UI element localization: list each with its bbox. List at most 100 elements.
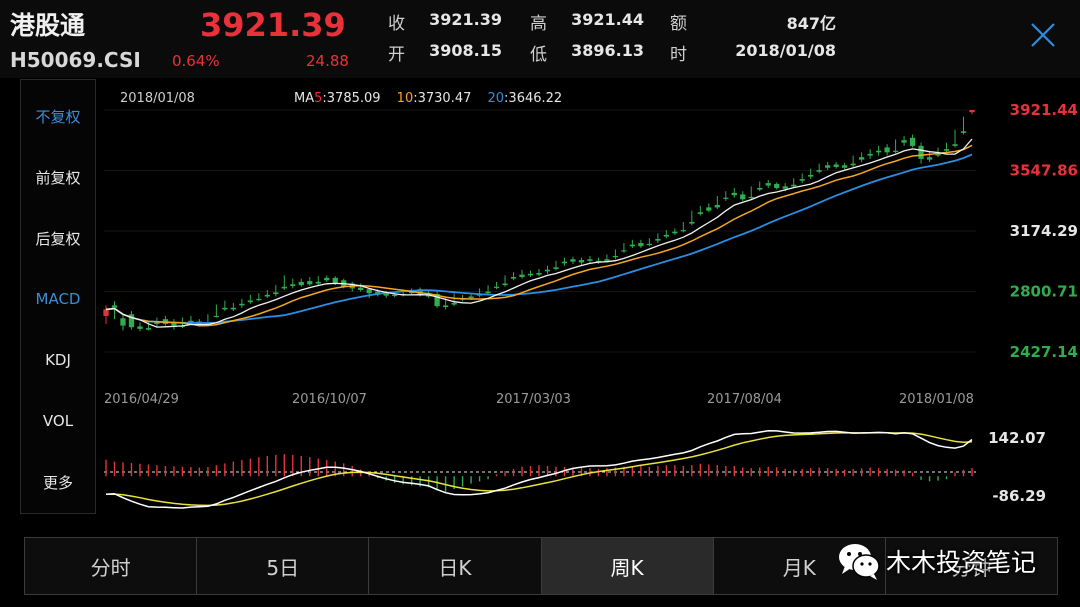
candle-body bbox=[485, 291, 491, 294]
current-price: 3921.39 bbox=[200, 6, 346, 44]
candle-body bbox=[714, 204, 720, 208]
candle-body bbox=[782, 186, 788, 189]
ma5-value: :3785.09 bbox=[322, 91, 380, 106]
candle-body bbox=[926, 157, 933, 160]
time-label: 时 bbox=[670, 45, 687, 65]
price-axis-label: 3921.44 bbox=[1010, 101, 1078, 119]
ma5-num: 5 bbox=[314, 91, 322, 106]
candle-body bbox=[850, 163, 856, 166]
candle-body bbox=[731, 192, 737, 196]
candle-body bbox=[604, 259, 610, 261]
candle-body bbox=[493, 286, 500, 288]
ma20-line bbox=[105, 153, 973, 324]
candle-body bbox=[892, 150, 899, 152]
candle-body bbox=[680, 230, 686, 232]
macd-axis-label: 142.07 bbox=[988, 429, 1046, 447]
candle-body bbox=[952, 144, 958, 146]
candle-body bbox=[570, 259, 576, 262]
candle-body bbox=[324, 277, 330, 281]
sidebar-item-kdj[interactable]: KDJ bbox=[21, 351, 95, 369]
candle-body bbox=[239, 303, 245, 306]
candle-body bbox=[909, 137, 916, 146]
sidebar-item-backward-adjust[interactable]: 后复权 bbox=[21, 228, 95, 249]
ma10-line bbox=[105, 144, 973, 327]
macd-histogram bbox=[105, 454, 973, 492]
candle-body bbox=[213, 315, 220, 318]
candle-body bbox=[120, 318, 126, 326]
candle-body bbox=[706, 207, 712, 211]
legend-ma: MA5:3785.09 10:3730.47 20:3646.22 bbox=[294, 91, 562, 106]
tab-5day[interactable]: 5日 bbox=[197, 538, 370, 594]
date-axis-label: 2016/04/29 bbox=[104, 392, 179, 407]
open-value: 3908.15 bbox=[429, 41, 502, 60]
date-axis-label: 2018/01/08 bbox=[899, 392, 974, 407]
stock-code: H50069.CSI bbox=[10, 48, 141, 72]
candle-body bbox=[629, 244, 636, 247]
candle-body bbox=[858, 157, 865, 160]
candle-body bbox=[553, 267, 559, 269]
close-icon[interactable] bbox=[1028, 20, 1058, 50]
candle-body bbox=[544, 269, 551, 272]
candle-body bbox=[103, 309, 109, 316]
price-axis-label: 3547.86 bbox=[1010, 162, 1078, 180]
candle-body bbox=[281, 286, 287, 289]
candle-body bbox=[264, 294, 270, 297]
candle-body bbox=[536, 272, 542, 275]
kline-chart[interactable]: 2018/01/08 MA5:3785.09 10:3730.47 20:364… bbox=[96, 80, 1080, 520]
candle-body bbox=[969, 110, 975, 113]
candle-body bbox=[748, 196, 754, 199]
amount-value: 847亿 bbox=[786, 14, 836, 33]
candle-body bbox=[519, 274, 525, 278]
tab-weekly-k[interactable]: 周K bbox=[541, 538, 714, 594]
candle-body bbox=[145, 328, 152, 330]
candle-body bbox=[468, 296, 474, 299]
sidebar-item-vol[interactable]: VOL bbox=[21, 412, 95, 430]
quote-header: 港股通 H50069.CSI 3921.39 0.64% 24.88 收 392… bbox=[0, 0, 1080, 78]
sidebar-item-no-adjust[interactable]: 不复权 bbox=[21, 106, 95, 127]
candle-body bbox=[358, 287, 364, 290]
candle-body bbox=[960, 131, 967, 133]
high-value: 3921.44 bbox=[571, 10, 644, 29]
candle-body bbox=[587, 259, 593, 261]
wechat-icon bbox=[839, 544, 880, 580]
candle-body bbox=[918, 145, 924, 159]
tab-daily-k[interactable]: 日K bbox=[369, 538, 542, 594]
stock-name: 港股通 bbox=[10, 11, 86, 40]
candle-body bbox=[808, 175, 814, 177]
candle-body bbox=[621, 250, 627, 252]
candle-body bbox=[171, 323, 177, 326]
ma10-num: 10 bbox=[397, 91, 414, 106]
sidebar-item-macd[interactable]: MACD bbox=[21, 290, 95, 308]
candle-body bbox=[298, 281, 304, 286]
date-axis: 2016/04/29 2016/10/07 2017/03/03 2017/08/04… bbox=[104, 392, 974, 407]
macd-axis: 142.07 -86.29 bbox=[988, 429, 1046, 505]
candle-body bbox=[510, 277, 517, 279]
candle-body bbox=[392, 294, 398, 297]
candle-body bbox=[825, 165, 831, 168]
price-axis-label: 2427.14 bbox=[1010, 343, 1078, 361]
candle-body bbox=[833, 164, 839, 167]
candle-body bbox=[256, 298, 262, 301]
candle-body bbox=[672, 231, 678, 234]
candle-body bbox=[689, 221, 695, 224]
candle-body bbox=[646, 243, 653, 246]
candle-body bbox=[757, 187, 763, 190]
candle-body bbox=[663, 234, 669, 237]
candle-body bbox=[247, 300, 253, 303]
watermark-text: 木木投资笔记 bbox=[886, 548, 1037, 577]
candle-body bbox=[451, 302, 457, 305]
candle-body bbox=[901, 140, 907, 143]
candle-body bbox=[697, 212, 703, 214]
price-axis-label: 2800.71 bbox=[1010, 283, 1078, 301]
candle-body bbox=[222, 307, 228, 310]
tab-intraday[interactable]: 分时 bbox=[25, 538, 198, 594]
candle-body bbox=[290, 284, 296, 286]
candle-body bbox=[561, 261, 568, 264]
candle-body bbox=[638, 243, 644, 247]
candle-body bbox=[655, 238, 661, 241]
sidebar-item-more[interactable]: 更多 bbox=[21, 472, 95, 493]
candle-body bbox=[884, 147, 890, 153]
price-axis-label: 3174.29 bbox=[1010, 222, 1078, 240]
sidebar-item-forward-adjust[interactable]: 前复权 bbox=[21, 167, 95, 188]
candle-body bbox=[111, 305, 118, 308]
